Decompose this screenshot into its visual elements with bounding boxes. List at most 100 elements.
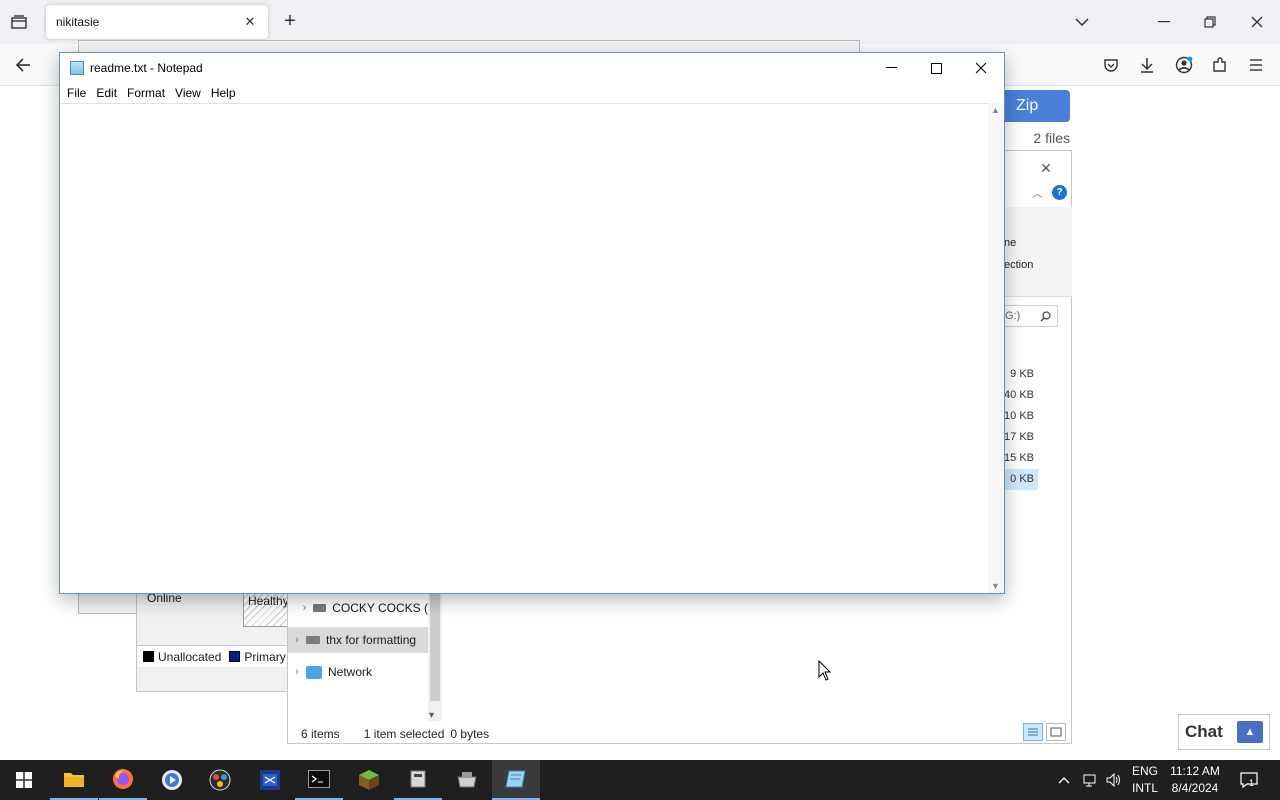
chevron-down-icon[interactable] [1070, 10, 1094, 34]
file-size: 15 KB [1004, 452, 1034, 464]
notepad-window[interactable]: readme.txt - Notepad File Edit Format Vi… [59, 52, 1005, 594]
notepad-app-icon [70, 61, 84, 75]
tab-list-icon[interactable] [6, 10, 32, 34]
nav-item-network[interactable]: › Network [288, 659, 428, 685]
search-box[interactable]: G:) [998, 305, 1058, 327]
chevron-right-icon[interactable]: › [288, 666, 306, 678]
minimize-icon[interactable] [1150, 8, 1178, 36]
notepad-scrollbar[interactable]: ▲ ▼ [988, 103, 1004, 593]
notepad-text-area[interactable] [60, 103, 988, 593]
minimize-icon[interactable] [868, 53, 914, 83]
clock-date: 8/4/2024 [1171, 781, 1219, 795]
disk-legend: Unallocated Primary [137, 645, 297, 667]
legend-unallocated: Unallocated [158, 649, 222, 664]
terminal-icon[interactable] [295, 760, 343, 800]
details-view-icon[interactable] [1023, 723, 1043, 741]
selection-count: 1 item selected [363, 727, 445, 741]
ribbon-item[interactable]: ne [1004, 237, 1016, 249]
show-hidden-icons[interactable] [1058, 760, 1070, 800]
download-icon[interactable] [1134, 52, 1160, 78]
notepad-menubar: File Edit Format View Help [60, 83, 1004, 103]
chevron-right-icon[interactable]: › [296, 602, 313, 614]
navigation-pane: › COCKY COCKS ( › thx for formatting › N… [288, 591, 430, 721]
firefox-icon[interactable] [99, 760, 147, 800]
chat-widget[interactable]: Chat ▲ [1178, 714, 1270, 750]
explorer-status-bar: 6 items 1 item selected 0 bytes [288, 723, 1073, 745]
taskbar: ENG INTL 11:12 AM 8/4/2024 1 [0, 760, 1280, 800]
clock-time: 11:12 AM [1170, 764, 1220, 778]
tab-title: nikitasie [56, 15, 100, 29]
new-tab-button[interactable]: + [278, 10, 302, 34]
chat-label: Chat [1185, 722, 1223, 741]
nav-item-label: thx for formatting [326, 633, 417, 647]
nav-item-drive[interactable]: › COCKY COCKS ( [288, 595, 428, 621]
browser-tab-bar: nikitasie ✕ + [0, 0, 1280, 44]
davinci-icon[interactable] [196, 760, 244, 800]
file-explorer-icon[interactable] [50, 760, 98, 800]
ribbon-item[interactable]: ection [1004, 259, 1033, 271]
network-status-icon[interactable] [1083, 760, 1099, 800]
pocket-icon[interactable] [1098, 52, 1124, 78]
back-arrow-icon[interactable] [10, 52, 36, 78]
explorer-close-icon[interactable]: ✕ [1034, 157, 1058, 179]
menu-view[interactable]: View [170, 83, 206, 103]
file-size-selected: 0 KB [1000, 469, 1038, 490]
file-size: 10 KB [1004, 410, 1034, 422]
account-icon[interactable] [1171, 52, 1197, 78]
notepad-icon[interactable] [492, 760, 540, 800]
maximize-icon[interactable] [913, 53, 959, 83]
file-size: 17 KB [1004, 431, 1034, 443]
nav-scrollbar[interactable]: ▾ [428, 591, 442, 721]
scroll-down-icon[interactable]: ▼ [991, 581, 1000, 591]
start-icon[interactable] [0, 760, 48, 800]
language-code: ENG [1131, 764, 1158, 778]
usb-drive-icon [306, 636, 320, 644]
item-count: 6 items [301, 727, 340, 741]
nav-item-label: COCKY COCKS ( [332, 601, 428, 615]
scroll-up-icon[interactable]: ▲ [991, 105, 1000, 115]
media-player-icon[interactable] [148, 760, 196, 800]
minecraft-icon[interactable] [345, 760, 393, 800]
input-language[interactable]: ENG INTL [1130, 760, 1160, 800]
large-icons-view-icon[interactable] [1046, 723, 1066, 741]
menu-format[interactable]: Format [122, 83, 170, 103]
chevron-up-icon[interactable]: ▲ [1237, 721, 1263, 743]
selection-size: 0 bytes [450, 727, 490, 741]
close-icon[interactable] [958, 53, 1004, 83]
browser-tab[interactable]: nikitasie ✕ [46, 5, 268, 39]
tab-close-icon[interactable]: ✕ [242, 14, 258, 30]
help-icon[interactable]: ? [1052, 185, 1067, 200]
close-icon[interactable] [1243, 8, 1271, 36]
zip-button[interactable]: Zip [1000, 90, 1070, 122]
visual-studio-icon[interactable] [246, 760, 294, 800]
volume-icon[interactable] [1106, 760, 1122, 800]
usb-drive-icon [312, 604, 327, 612]
clock[interactable]: 11:12 AM 8/4/2024 [1166, 760, 1224, 800]
legend-primary: Primary [244, 649, 286, 664]
mouse-cursor-icon [818, 660, 832, 681]
unallocated-swatch [143, 651, 154, 662]
scrollbar-thumb[interactable] [430, 593, 440, 701]
menu-icon[interactable] [1243, 52, 1269, 78]
zip-button-label: Zip [1016, 97, 1039, 114]
partition-label: Healthy [248, 594, 289, 608]
app-icon-2[interactable] [443, 760, 491, 800]
nav-item-label: Network [328, 665, 373, 679]
menu-file[interactable]: File [62, 83, 91, 103]
ribbon-collapse-icon[interactable]: ︿ [1032, 185, 1043, 201]
menu-edit[interactable]: Edit [91, 83, 122, 103]
chevron-right-icon[interactable]: › [288, 634, 306, 646]
app-icon[interactable] [394, 760, 442, 800]
menu-help[interactable]: Help [206, 83, 241, 103]
restore-icon[interactable] [1196, 8, 1224, 36]
action-center-icon[interactable]: 1 [1238, 760, 1260, 800]
window-title: readme.txt - Notepad [90, 61, 203, 75]
chevron-up-icon[interactable] [1058, 776, 1070, 784]
scroll-down-icon[interactable]: ▾ [429, 710, 434, 721]
file-size: 40 KB [1004, 389, 1034, 401]
extensions-icon[interactable] [1207, 52, 1233, 78]
nav-item-drive-selected[interactable]: › thx for formatting [288, 627, 428, 653]
network-icon [306, 665, 322, 679]
notepad-titlebar[interactable]: readme.txt - Notepad [60, 53, 1004, 83]
files-count: 2 files [1033, 130, 1070, 146]
